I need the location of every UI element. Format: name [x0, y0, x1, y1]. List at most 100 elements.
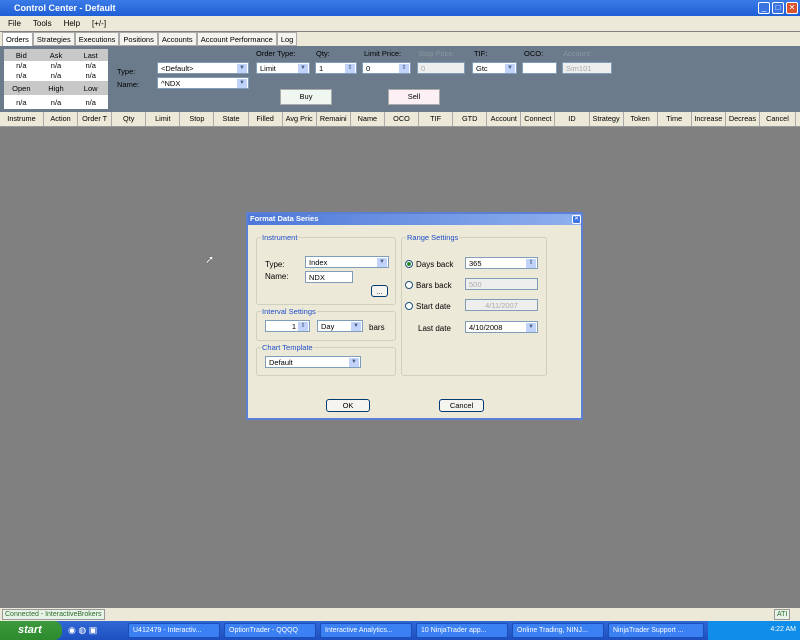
oco-input[interactable]	[522, 62, 557, 74]
tif-value: Gtc	[476, 64, 488, 73]
ati-status: ATI	[774, 609, 791, 620]
tab-accounts[interactable]: Accounts	[157, 32, 197, 46]
type-label: Type:	[117, 67, 136, 76]
tab-executions[interactable]: Executions	[74, 32, 120, 46]
open-label: Open	[12, 84, 31, 93]
last-date-picker[interactable]: 4/10/2008 ▼	[465, 321, 538, 333]
ok-button[interactable]: OK	[326, 399, 370, 412]
column-header[interactable]: Account	[487, 112, 522, 126]
system-tray: 4:22 AM	[708, 621, 800, 640]
last-date-label: Last date	[418, 324, 451, 333]
interval-group: Interval Settings 1 ⇕ Day ▼ bars	[256, 307, 396, 341]
high-label: High	[48, 84, 64, 93]
start-button[interactable]: start	[0, 621, 62, 640]
taskbar-item[interactable]: Interactive Analytics...	[320, 623, 412, 638]
menu-tools[interactable]: Tools	[33, 19, 52, 28]
dialog-type-select[interactable]: Index ▼	[305, 256, 389, 268]
taskbar-item[interactable]: 10 NinjaTrader app...	[416, 623, 508, 638]
column-header[interactable]: Action	[44, 112, 79, 126]
chevron-down-icon: ▼	[505, 64, 515, 73]
order-entry-panel: Bid Ask Last n/a n/a n/a n/a n/a n/a Open High L…	[0, 46, 800, 112]
tab-positions[interactable]: Positions	[119, 32, 158, 46]
limit-price-stepper[interactable]: 0 ⇕	[362, 62, 411, 74]
column-header[interactable]: Qty	[112, 112, 147, 126]
maximize-button[interactable]: □	[772, 2, 784, 14]
column-header[interactable]: Increase	[692, 112, 726, 126]
column-header[interactable]: GTD	[453, 112, 488, 126]
range-settings-label: Range Settings	[406, 233, 460, 242]
browse-instrument-button[interactable]: ...	[371, 285, 388, 297]
menu-file[interactable]: File	[8, 19, 21, 28]
dialog-name-input[interactable]: NDX	[305, 271, 353, 283]
dialog-name-label: Name:	[265, 272, 289, 281]
spin-icon[interactable]: ⇕	[298, 322, 308, 331]
column-header[interactable]: State	[214, 112, 249, 126]
days-back-radio[interactable]	[405, 260, 413, 268]
taskbar-item[interactable]: Online Trading, NINJ...	[512, 623, 604, 638]
column-header[interactable]: Stop	[180, 112, 215, 126]
bars-back-value: 500	[469, 280, 482, 289]
oco-label: OCO:	[524, 49, 544, 58]
chart-template-select[interactable]: Default ▼	[265, 356, 361, 368]
column-header[interactable]: Avg Pric	[283, 112, 317, 126]
sell-button[interactable]: Sell	[388, 89, 440, 105]
qty-value: 1	[319, 64, 324, 73]
taskbar-item[interactable]: OptionTrader - QQQQ	[224, 623, 316, 638]
instrument-type-select[interactable]: <Default> ▼	[157, 62, 249, 74]
order-type-label: Order Type:	[256, 49, 296, 58]
stop-price-label: Stop Price:	[418, 49, 455, 58]
menu-toggle[interactable]: [+/-]	[92, 19, 106, 28]
column-header[interactable]: TIF	[419, 112, 454, 126]
column-header[interactable]: Name	[351, 112, 385, 126]
bid-label: Bid	[15, 51, 27, 60]
spin-icon[interactable]: ⇕	[345, 64, 355, 73]
tab-account-performance[interactable]: Account Performance	[196, 32, 277, 46]
menu-help[interactable]: Help	[64, 19, 80, 28]
dialog-close-button[interactable]: ✕	[572, 215, 581, 224]
column-header[interactable]: Time	[658, 112, 692, 126]
close-button[interactable]: ✕	[786, 2, 798, 14]
column-header[interactable]: OCO	[385, 112, 420, 126]
column-header[interactable]: Instrume	[0, 112, 44, 126]
tab-orders[interactable]: Orders	[2, 32, 33, 46]
instrument-name-select[interactable]: ^NDX ▼	[157, 77, 249, 89]
spin-icon[interactable]: ⇕	[399, 64, 409, 73]
column-header[interactable]: Remaini	[317, 112, 351, 126]
taskbar-item[interactable]: NinjaTrader Support ...	[608, 623, 704, 638]
cancel-button[interactable]: Cancel	[439, 399, 484, 412]
interval-unit-select[interactable]: Day ▼	[317, 320, 363, 332]
start-date-radio[interactable]	[405, 302, 413, 310]
taskbar-item[interactable]: U412479 - Interactiv...	[128, 623, 220, 638]
tab-strategies[interactable]: Strategies	[32, 32, 75, 46]
order-type-select[interactable]: Limit ▼	[256, 62, 310, 74]
minimize-button[interactable]: _	[758, 2, 770, 14]
column-header[interactable]: Token	[624, 112, 658, 126]
qty-stepper[interactable]: 1 ⇕	[315, 62, 357, 74]
column-header[interactable]: Connect	[521, 112, 556, 126]
bars-back-label: Bars back	[416, 281, 452, 290]
interval-stepper[interactable]: 1 ⇕	[265, 320, 310, 332]
name-value: ^NDX	[161, 79, 181, 88]
buy-button[interactable]: Buy	[280, 89, 332, 105]
ask-size: n/a	[50, 71, 62, 80]
chart-template-value: Default	[269, 358, 293, 367]
tab-log[interactable]: Log	[276, 32, 298, 46]
bid-value: n/a	[16, 61, 27, 70]
column-header[interactable]: Strategy	[590, 112, 624, 126]
ask-label: Ask	[49, 51, 63, 60]
column-header[interactable]: Filled	[249, 112, 283, 126]
instrument-group-label: Instrument	[261, 233, 299, 242]
column-header[interactable]: Order T	[78, 112, 113, 126]
chevron-down-icon: ▼	[237, 79, 247, 88]
column-header[interactable]: Decreas	[726, 112, 760, 126]
quick-launch-icons[interactable]: ◉ ◍ ▣	[68, 625, 97, 636]
column-header[interactable]: Limit	[146, 112, 181, 126]
last-size: n/a	[85, 71, 96, 80]
spin-icon[interactable]: ⇕	[526, 259, 536, 268]
start-date-label: Start date	[416, 302, 451, 311]
column-header[interactable]: Cancel	[760, 112, 796, 126]
bars-back-radio[interactable]	[405, 281, 413, 289]
tif-select[interactable]: Gtc ▼	[472, 62, 517, 74]
column-header[interactable]: ID	[555, 112, 590, 126]
days-back-stepper[interactable]: 365 ⇕	[465, 257, 538, 269]
